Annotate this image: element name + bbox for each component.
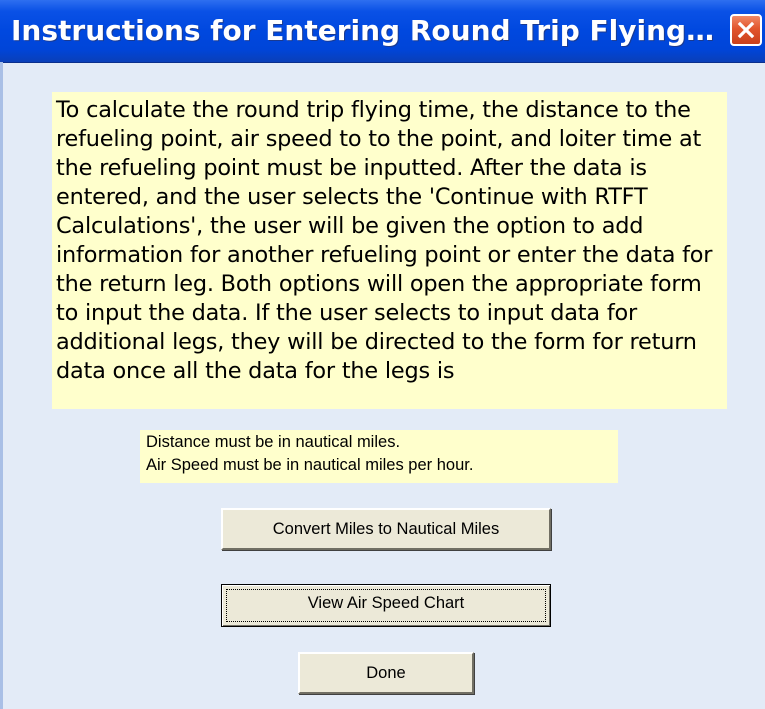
air-speed-units-note: Air Speed must be in nautical miles per …: [146, 456, 474, 474]
distance-units-note: Distance must be in nautical miles.: [146, 433, 401, 451]
close-button[interactable]: [730, 14, 762, 46]
units-note-box: Distance must be in nautical miles. Air …: [140, 430, 618, 483]
title-bar[interactable]: Instructions for Entering Round Trip Fly…: [0, 0, 765, 63]
done-button[interactable]: Done: [298, 652, 474, 694]
instructions-dialog: Instructions for Entering Round Trip Fly…: [0, 0, 765, 709]
done-button-label: Done: [366, 664, 406, 682]
view-air-speed-chart-button-label: View Air Speed Chart: [307, 594, 465, 612]
instructions-textbox: To calculate the round trip flying time,…: [52, 92, 727, 409]
close-icon: [737, 21, 755, 39]
instructions-text: To calculate the round trip flying time,…: [56, 97, 713, 384]
window-title: Instructions for Entering Round Trip Fly…: [11, 14, 716, 47]
convert-miles-button-label: Convert Miles to Nautical Miles: [272, 520, 500, 538]
view-air-speed-chart-button[interactable]: View Air Speed Chart: [221, 584, 551, 627]
window-left-border: [0, 62, 3, 709]
convert-miles-button[interactable]: Convert Miles to Nautical Miles: [221, 508, 551, 550]
